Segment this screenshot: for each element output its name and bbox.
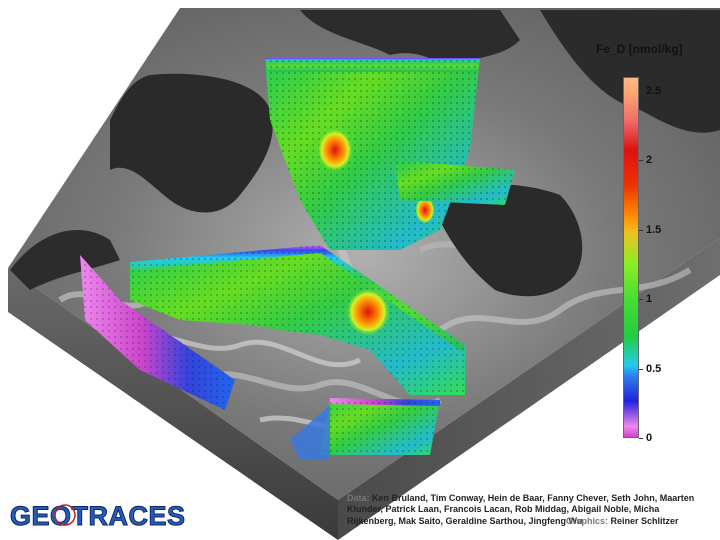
colorbar-tick-label: 1.5 <box>646 223 662 236</box>
colorbar-tick-mark <box>639 368 643 370</box>
colorbar-scale <box>623 77 639 438</box>
geotraces-logo: GEOTRACES <box>8 500 186 530</box>
graphics-credit-name: Reiner Schlitzer <box>610 516 679 526</box>
colorbar-tick-mark <box>639 229 643 231</box>
colorbar-tick-mark <box>639 438 643 439</box>
3d-ocean-section-scene <box>8 8 720 540</box>
colorbar-tick-label: 0 <box>646 432 653 444</box>
section-southern-ocean-dots <box>320 398 440 455</box>
geotraces-logo-text: GEOTRACES <box>10 501 186 530</box>
graphics-credit: Graphics: Reiner Schlitzer <box>566 516 679 527</box>
colorbar-tick-label: 2 <box>646 154 653 167</box>
colorbar-tick-label: 2.5 <box>646 84 662 97</box>
graphics-credit-label: Graphics: <box>566 516 609 526</box>
section-north-atlantic-hotspot <box>317 128 353 172</box>
colorbar-tick-mark <box>639 90 643 92</box>
colorbar-tick-mark <box>639 160 643 162</box>
data-credits-label: Data: <box>347 493 370 503</box>
section-south-atlantic-hotspot <box>346 288 390 336</box>
colorbar-tick-mark <box>639 299 643 301</box>
colorbar-tick-label: 1 <box>646 293 653 306</box>
colorbar-tick-label: 0.5 <box>646 362 662 375</box>
colorbar-title: Fe_D [nmol/kg] <box>596 42 683 56</box>
